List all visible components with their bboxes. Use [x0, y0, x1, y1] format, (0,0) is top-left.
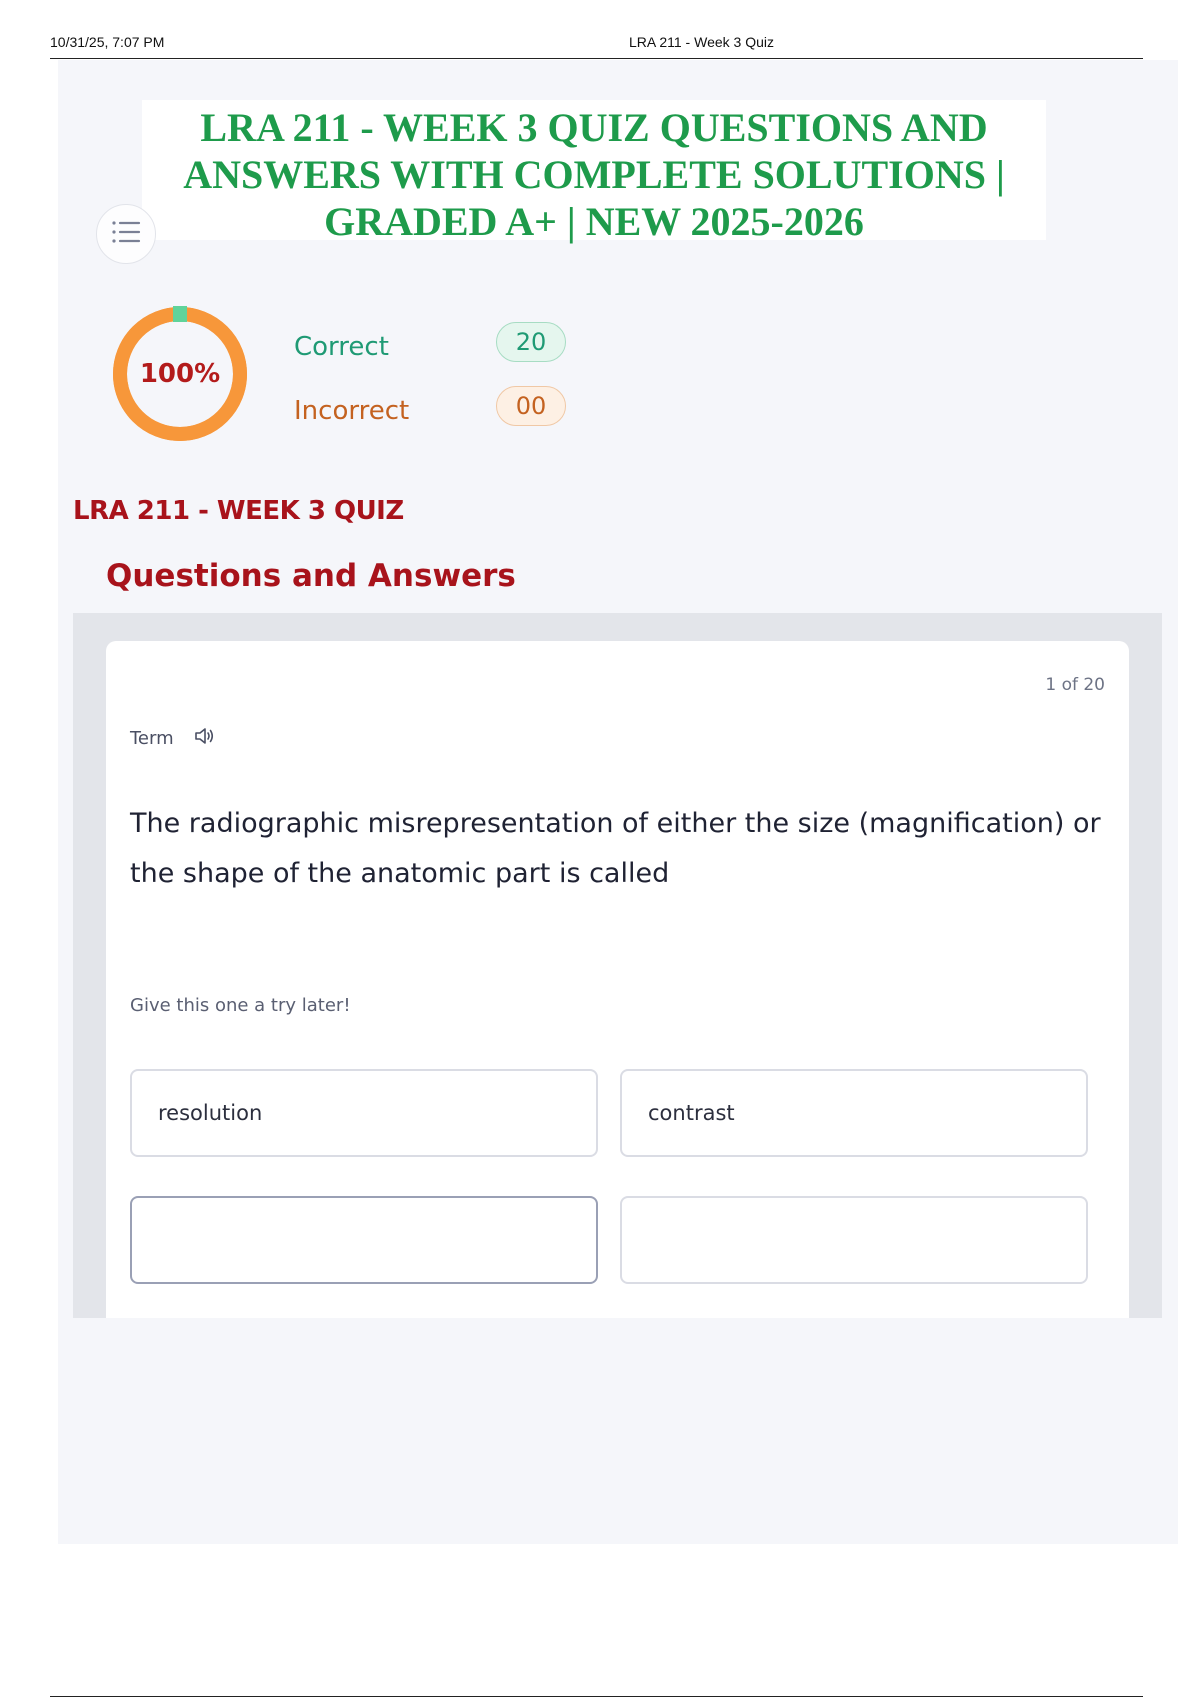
correct-count-badge: 20	[496, 322, 566, 362]
incorrect-label: Incorrect	[294, 396, 410, 426]
correct-label: Correct	[294, 332, 389, 362]
answer-option-1[interactable]: resolution	[130, 1069, 598, 1157]
quiz-heading: LRA 211 - WEEK 3 QUIZ	[73, 496, 404, 526]
answer-option-3[interactable]	[130, 1196, 598, 1284]
menu-button[interactable]	[96, 204, 156, 264]
score-percent: 100%	[139, 359, 221, 389]
page-content: LRA 211 - WEEK 3 QUIZ QUESTIONS AND ANSW…	[58, 60, 1178, 1544]
list-icon	[111, 219, 141, 249]
speaker-icon[interactable]	[194, 727, 214, 749]
document-title: LRA 211 - WEEK 3 QUIZ QUESTIONS AND ANSW…	[142, 100, 1046, 245]
incorrect-count-badge: 00	[496, 386, 566, 426]
print-page-title: LRA 211 - Week 3 Quiz	[629, 34, 774, 50]
question-counter: 1 of 20	[1045, 675, 1105, 695]
print-footer-rule	[50, 1696, 1143, 1697]
answer-option-2[interactable]: contrast	[620, 1069, 1088, 1157]
document-title-line-3: GRADED A+ | NEW 2025-2026	[324, 199, 864, 244]
document-title-line-2: ANSWERS WITH COMPLETE SOLUTIONS |	[183, 152, 1005, 197]
print-header: 10/31/25, 7:07 PM LRA 211 - Week 3 Quiz	[50, 30, 1143, 59]
document-title-line-1: LRA 211 - WEEK 3 QUIZ QUESTIONS AND	[200, 105, 988, 150]
document-title-banner: LRA 211 - WEEK 3 QUIZ QUESTIONS AND ANSW…	[142, 100, 1046, 244]
answer-option-4[interactable]	[620, 1196, 1088, 1284]
term-label: Term	[130, 727, 174, 749]
try-later-hint: Give this one a try later!	[130, 995, 351, 1016]
flashcard-panel: 1 of 20 Term The radiographic misreprese…	[73, 613, 1162, 1318]
term-row: Term	[130, 727, 214, 749]
question-text: The radiographic misrepresentation of ei…	[130, 808, 1101, 889]
questions-answers-heading: Questions and Answers	[106, 558, 516, 594]
print-datetime: 10/31/25, 7:07 PM	[50, 34, 165, 50]
question-card: 1 of 20 Term The radiographic misreprese…	[106, 641, 1129, 1318]
